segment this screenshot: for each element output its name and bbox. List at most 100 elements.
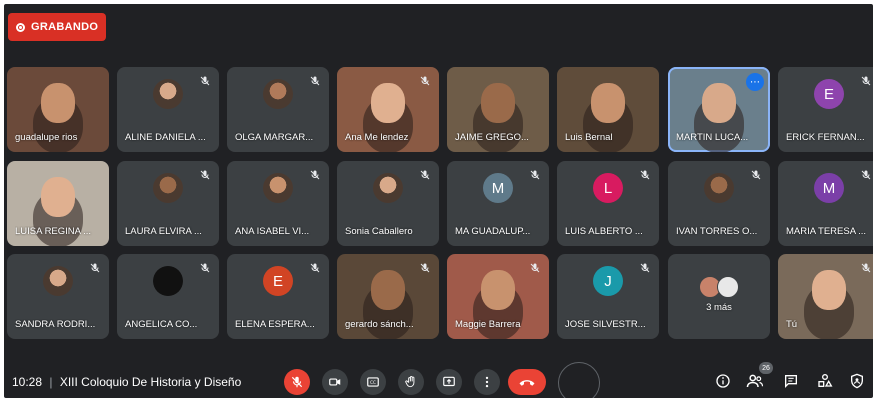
raise-hand-icon (405, 375, 415, 388)
participant-tile[interactable]: gerardo sánch... (337, 254, 439, 339)
participant-tile[interactable]: Ana Me lendez (337, 67, 439, 152)
participant-tile[interactable]: ANGELICA CO... (117, 254, 219, 339)
more-options-icon (485, 376, 489, 388)
captions-button[interactable]: CC (360, 369, 386, 395)
svg-text:CC: CC (370, 380, 376, 385)
chat-button[interactable] (780, 370, 802, 392)
present-icon (443, 376, 455, 387)
participant-tile[interactable]: E ERICK FERNAN... (778, 67, 873, 152)
participant-video (481, 269, 515, 310)
host-controls-icon (851, 373, 863, 389)
more-avatars (699, 276, 739, 298)
avatar (153, 173, 183, 203)
participant-tile[interactable]: Maggie Barrera (447, 254, 549, 339)
participant-tile[interactable]: M MARIA TERESA ... (778, 161, 873, 246)
participant-tile[interactable]: L LUIS ALBERTO ... (557, 161, 659, 246)
avatar (263, 173, 293, 203)
participant-name: Maggie Barrera (455, 319, 521, 330)
host-controls-button[interactable] (846, 370, 868, 392)
participant-video (591, 82, 625, 123)
participant-tile[interactable]: Luis Bernal (557, 67, 659, 152)
tile-options-icon[interactable]: ⋯ (746, 73, 764, 91)
mic-muted-icon (309, 261, 321, 273)
participant-name: ELENA ESPERA... (235, 319, 315, 330)
people-icon (746, 374, 764, 388)
participant-tile[interactable]: J JOSE SILVESTR... (557, 254, 659, 339)
participant-name: gerardo sánch... (345, 319, 414, 330)
mic-muted-icon (639, 168, 651, 180)
participant-name: ALINE DANIELA ... (125, 132, 206, 143)
avatar: E (814, 79, 844, 109)
info-icon (716, 374, 730, 388)
participant-tile[interactable]: OLGA MARGAR... (227, 67, 329, 152)
participant-tile[interactable]: LAURA ELVIRA ... (117, 161, 219, 246)
recording-badge: GRABANDO (8, 13, 107, 41)
raise-hand-button[interactable] (398, 369, 424, 395)
participant-tile[interactable]: E ELENA ESPERA... (227, 254, 329, 339)
participant-name: ANGELICA CO... (125, 319, 198, 330)
avatar: E (263, 266, 293, 296)
participant-name: Ana Me lendez (345, 132, 409, 143)
avatar (153, 266, 183, 296)
separator: | (49, 375, 53, 389)
mic-muted-icon (309, 74, 321, 86)
avatar: M (483, 173, 513, 203)
participant-tile[interactable]: LUISA REGINA ... (7, 161, 109, 246)
participant-tile[interactable]: Sonia Caballero (337, 161, 439, 246)
mic-muted-icon (529, 261, 541, 273)
clock-time: 10:28 (12, 375, 43, 389)
chat-icon (785, 375, 797, 388)
people-button[interactable] (744, 370, 766, 392)
mic-muted-icon (860, 261, 872, 273)
participant-video (702, 82, 736, 123)
participant-tile[interactable]: SANDRA RODRI... (7, 254, 109, 339)
mic-muted-icon (419, 168, 431, 180)
camera-button[interactable] (322, 369, 348, 395)
participant-name: JAIME GREGO... (455, 132, 529, 143)
hang-up-button[interactable] (508, 369, 546, 395)
participant-tile[interactable]: ANA ISABEL VI... (227, 161, 329, 246)
info-button[interactable] (712, 370, 734, 392)
participant-tile[interactable]: 3 más (668, 254, 770, 339)
mic-muted-icon (750, 168, 762, 180)
participant-name: guadalupe rios (15, 132, 78, 143)
participant-name: Sonia Caballero (345, 226, 413, 237)
mic-off-button[interactable] (284, 369, 310, 395)
participant-name: MA GUADALUP... (455, 226, 531, 237)
participant-tile[interactable]: Tú (778, 254, 873, 339)
camera-icon (329, 378, 341, 386)
more-options-button[interactable] (474, 369, 500, 395)
avatar (153, 79, 183, 109)
participant-name: IVAN TORRES O... (676, 226, 758, 237)
participant-tile[interactable]: M MA GUADALUP... (447, 161, 549, 246)
meeting-info: 10:28 | XIII Coloquio De Historia y Dise… (12, 375, 241, 389)
participant-tile[interactable]: JAIME GREGO... (447, 67, 549, 152)
mic-muted-icon (529, 168, 541, 180)
participant-tile[interactable]: IVAN TORRES O... (668, 161, 770, 246)
hang-up-icon (519, 380, 535, 386)
participant-video (481, 82, 515, 123)
participant-tile[interactable]: ALINE DANIELA ... (117, 67, 219, 152)
avatar-letter: E (272, 272, 283, 290)
participant-name: 3 más (706, 302, 732, 313)
participant-name: LUISA REGINA ... (15, 226, 92, 237)
participant-tile[interactable]: ⋯ MARTIN LUCA... (668, 67, 770, 152)
activities-button[interactable] (814, 370, 836, 392)
participant-video (812, 269, 846, 310)
avatar: M (814, 173, 844, 203)
captions-icon: CC (367, 377, 379, 387)
participant-name: MARIA TERESA ... (786, 226, 867, 237)
participant-name: SANDRA RODRI... (15, 319, 96, 330)
participant-name: JOSE SILVESTR... (565, 319, 646, 330)
present-button[interactable] (436, 369, 462, 395)
participant-tile[interactable]: guadalupe rios (7, 67, 109, 152)
mic-off-icon (291, 376, 303, 388)
avatar-letter: E (823, 85, 834, 103)
participant-name: ERICK FERNAN... (786, 132, 865, 143)
participant-name: LUIS ALBERTO ... (565, 226, 643, 237)
avatar-letter: M (491, 179, 505, 197)
mic-muted-icon (199, 74, 211, 86)
meet-window: GRABANDO guadalupe rios ALINE DANIELA ...… (4, 4, 873, 398)
participant-name: LAURA ELVIRA ... (125, 226, 202, 237)
avatar: J (593, 266, 623, 296)
